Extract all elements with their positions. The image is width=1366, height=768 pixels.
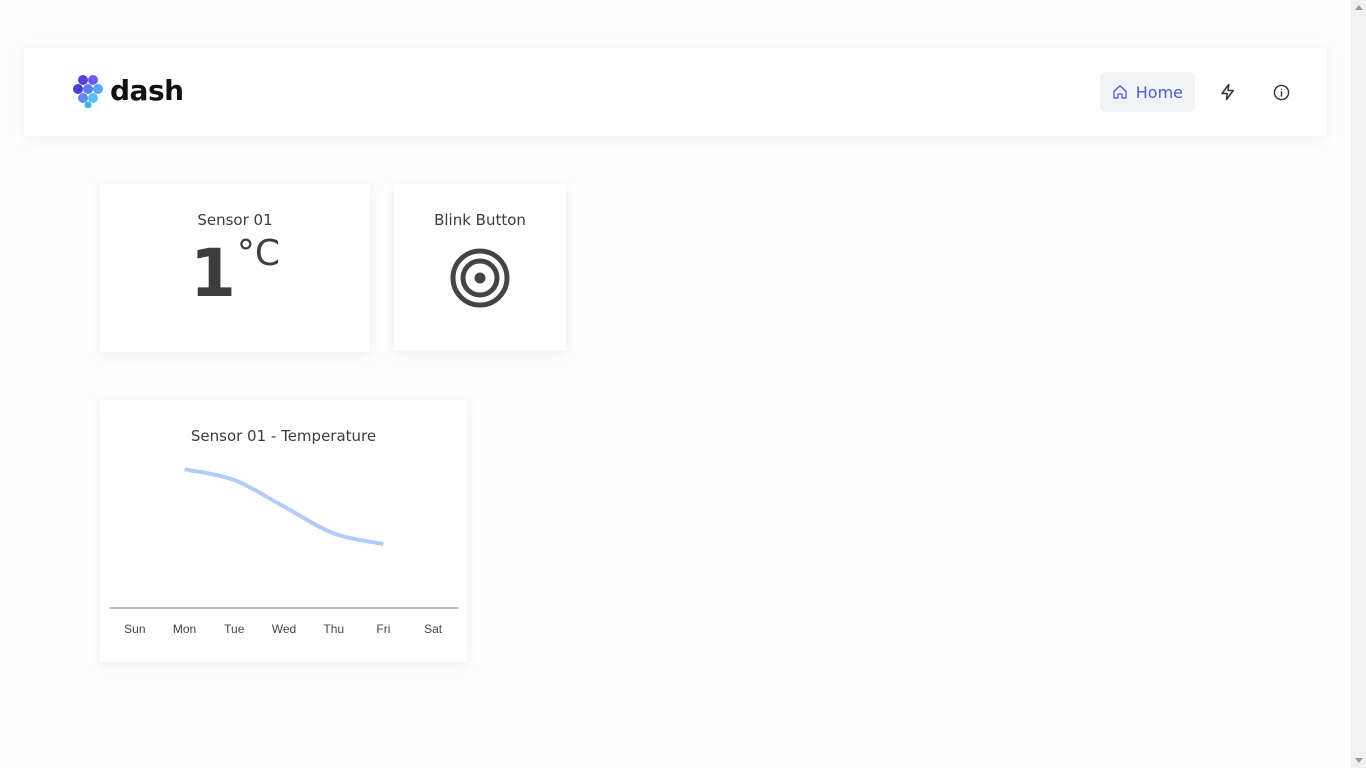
temperature-value: 1	[189, 235, 236, 312]
target-icon	[450, 248, 510, 308]
nav-home-button[interactable]: Home	[1099, 72, 1195, 112]
chart-title: Sensor 01 - Temperature	[191, 427, 376, 445]
logo-mark-icon	[73, 75, 103, 108]
nav-actions-button[interactable]	[1208, 72, 1248, 112]
blink-title: Blink Button	[434, 211, 526, 229]
x-tick-label: Sun	[124, 622, 145, 636]
scroll-down-arrow-icon[interactable]	[1355, 758, 1363, 763]
nav-info-button[interactable]	[1261, 72, 1301, 112]
top-navbar: dash Home	[24, 48, 1327, 136]
x-tick-label: Sat	[424, 622, 443, 636]
temperature-readout: 1 °C	[189, 235, 280, 312]
logo[interactable]: dash	[72, 74, 184, 108]
blink-card: Blink Button	[394, 184, 566, 351]
x-tick-label: Thu	[323, 622, 344, 636]
temperature-chart: Sensor 01 - Temperature Sun Mon Tue Wed Thu F…	[110, 427, 458, 636]
temperature-chart-card: Sensor 01 - Temperature Sun Mon Tue Wed Thu F…	[100, 400, 467, 662]
nav-menu: Home	[1099, 72, 1301, 112]
x-tick-label: Mon	[173, 622, 196, 636]
temperature-unit: °C	[236, 233, 281, 274]
x-tick-label: Tue	[224, 622, 245, 636]
temperature-series-line	[184, 467, 384, 546]
sensor-card: Sensor 01 1 °C	[100, 184, 370, 352]
scroll-up-arrow-icon[interactable]	[1355, 5, 1363, 10]
home-icon	[1113, 85, 1127, 99]
blink-button[interactable]	[450, 248, 510, 312]
logo-text: dash	[110, 74, 184, 107]
vertical-scrollbar[interactable]	[1351, 0, 1366, 768]
sensor-title: Sensor 01	[197, 211, 273, 229]
info-icon	[1273, 84, 1289, 100]
nav-home-label: Home	[1135, 82, 1183, 102]
lightning-icon	[1221, 83, 1234, 101]
x-tick-label: Wed	[272, 622, 296, 636]
x-tick-label: Fri	[376, 622, 390, 636]
